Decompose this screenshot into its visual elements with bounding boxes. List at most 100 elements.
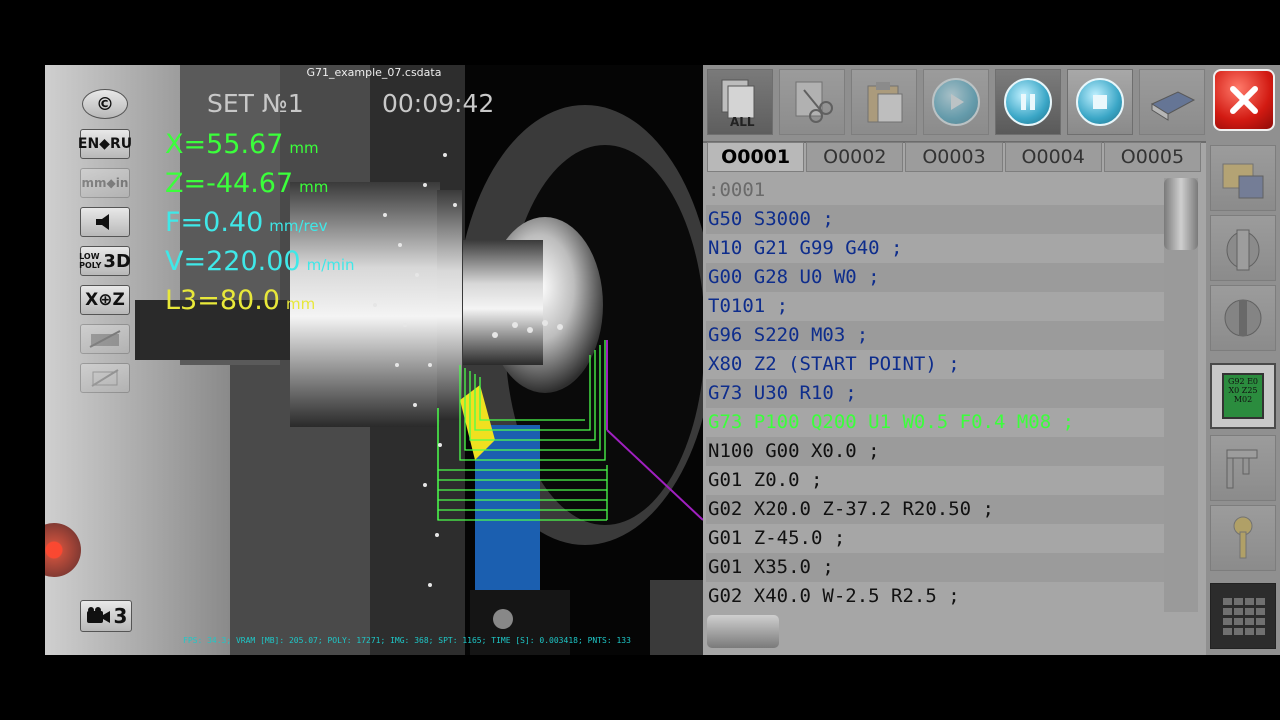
tool-holder-icon — [1224, 299, 1262, 337]
code-line[interactable]: X80 Z2 (START POINT) ; — [706, 350, 1164, 379]
program-tabs: O0001 O0002 O0003 O0004 O0005 — [707, 142, 1203, 172]
play-button[interactable] — [923, 69, 989, 135]
stop-button[interactable] — [1067, 69, 1133, 135]
pause-icon — [1004, 78, 1052, 126]
caliper-icon — [1226, 449, 1258, 489]
x-value: X=55.67 — [165, 129, 284, 160]
caliper-button[interactable] — [1210, 435, 1276, 501]
file-title: G71_example_07.csdata — [306, 66, 442, 79]
code-line[interactable]: G73 U30 R10 ; — [706, 379, 1164, 408]
gcode-editor[interactable]: :0001 G50 S3000 ; N10 G21 G99 G40 ; G00 G28… — [706, 176, 1164, 611]
sound-toggle-button[interactable] — [80, 207, 130, 237]
horizontal-scrollbar-thumb[interactable] — [707, 615, 779, 648]
tool-length-unit: mm — [285, 295, 316, 313]
speaker-icon — [96, 214, 109, 230]
documents-all-icon: ALL — [721, 79, 755, 128]
code-line[interactable]: G01 Z-45.0 ; — [706, 524, 1164, 553]
all-label: ALL — [730, 115, 755, 128]
units-label: mm◆in — [81, 176, 129, 190]
paste-button[interactable] — [851, 69, 917, 135]
code-line[interactable]: :0001 — [706, 176, 1164, 205]
clipboard-icon — [867, 82, 903, 123]
code-line[interactable]: G73 P100 Q200 U1 W0.5 F0.4 M08 ; — [706, 408, 1164, 437]
tool-length-value: L3=80.0 — [165, 285, 280, 316]
elapsed-timer: 00:09:42 — [382, 89, 495, 118]
code-line[interactable]: G01 X35.0 ; — [706, 553, 1164, 582]
code-line[interactable]: G00 G28 U0 W0 ; — [706, 263, 1164, 292]
section-view-icon — [89, 330, 121, 348]
gcode-card-line-1: G92 E0 — [1227, 377, 1259, 386]
scissors-icon — [795, 81, 833, 123]
select-all-button[interactable]: ALL — [707, 69, 773, 135]
code-line[interactable]: N100 G00 X0.0 ; — [706, 437, 1164, 466]
gcode-editor-button[interactable]: G92 E0 X0 Z25 M02 — [1210, 363, 1276, 429]
low-poly-3d-button[interactable]: LOW POLY 3D — [79, 246, 131, 276]
feed-unit: mm/rev — [269, 217, 328, 235]
code-line[interactable]: G01 Z0.0 ; — [706, 466, 1164, 495]
low-text: LOW — [79, 252, 100, 261]
low-poly-label: LOW POLY — [79, 252, 101, 270]
section-view-button[interactable] — [80, 324, 130, 354]
folder-disk-icon — [1222, 163, 1264, 199]
gcode-card-icon: G92 E0 X0 Z25 M02 — [1222, 373, 1264, 419]
about-button[interactable]: © — [82, 89, 128, 119]
stop-icon — [1076, 78, 1124, 126]
manual-button[interactable] — [1139, 69, 1205, 135]
z-readout: Z=-44.67 mm — [165, 168, 328, 199]
chuck-settings-button[interactable] — [1210, 215, 1276, 281]
code-line[interactable]: N10 G21 G99 G40 ; — [706, 234, 1164, 263]
program-panel: ALL O0001 O0002 O0003 O0004 O0005 :0001 G… — [703, 65, 1280, 655]
z-value: Z=-44.67 — [165, 168, 294, 199]
xz-view-button[interactable]: X⊕Z — [80, 285, 130, 315]
keyboard-button[interactable] — [1210, 583, 1276, 649]
feed-value: F=0.40 — [165, 207, 264, 238]
z-unit: mm — [299, 178, 329, 196]
language-label: EN◆RU — [77, 136, 133, 152]
x-readout: X=55.67 mm — [165, 129, 319, 160]
units-toggle-button[interactable]: mm◆in — [80, 168, 130, 198]
speed-readout: V=220.00 m/min — [165, 246, 355, 277]
camera-number: 3 — [113, 604, 128, 628]
transparency-button[interactable] — [80, 363, 130, 393]
close-button[interactable] — [1213, 69, 1275, 131]
chuck-icon — [1226, 229, 1260, 271]
close-icon — [1230, 86, 1258, 114]
code-line[interactable]: T0101 ; — [706, 292, 1164, 321]
feed-readout: F=0.40 mm/rev — [165, 207, 328, 238]
open-save-button[interactable] — [1210, 145, 1276, 211]
camera-icon — [86, 607, 110, 623]
poly-text: POLY — [79, 261, 102, 270]
set-label: SET №1 — [207, 89, 304, 118]
copyright-icon: © — [96, 93, 114, 115]
license-key-button[interactable] — [1210, 505, 1276, 571]
tool-settings-button[interactable] — [1210, 285, 1276, 351]
cut-button[interactable] — [779, 69, 845, 135]
speed-unit: m/min — [306, 256, 355, 274]
x-unit: mm — [289, 139, 319, 157]
simulation-viewport[interactable]: G71_example_07.csdata SET №1 00:09:42 X=… — [45, 65, 703, 655]
gcode-card-line-2: X0 Z25 — [1228, 386, 1258, 395]
gcode-card-line-3: M02 — [1233, 395, 1253, 404]
tab-o0005[interactable]: O0005 — [1103, 142, 1202, 172]
tool-length-readout: L3=80.0 mm — [165, 285, 315, 316]
side-toolbar: G92 E0 X0 Z25 M02 — [1206, 65, 1280, 655]
code-line[interactable]: G50 S3000 ; — [706, 205, 1164, 234]
language-toggle-button[interactable]: EN◆RU — [77, 129, 133, 159]
code-line[interactable]: G96 S220 M03 ; — [706, 321, 1164, 350]
tab-o0004[interactable]: O0004 — [1004, 142, 1102, 172]
transparency-icon — [91, 369, 119, 387]
vertical-scrollbar-thumb[interactable] — [1164, 178, 1198, 250]
tab-o0001[interactable]: O0001 — [707, 142, 805, 172]
code-line[interactable]: G02 X40.0 W-2.5 R2.5 ; — [706, 582, 1164, 611]
three-d-label: 3D — [103, 250, 131, 272]
camera-switch-button[interactable]: 3 — [80, 600, 132, 632]
speed-value: V=220.00 — [165, 246, 301, 277]
tab-o0003[interactable]: O0003 — [905, 142, 1003, 172]
key-icon — [1233, 516, 1253, 559]
pause-button[interactable] — [995, 69, 1061, 135]
code-line[interactable]: G02 X20.0 Z-37.2 R20.50 ; — [706, 495, 1164, 524]
book-icon — [1150, 91, 1196, 121]
tab-o0002[interactable]: O0002 — [806, 142, 904, 172]
program-toolbar: ALL — [703, 65, 1206, 143]
play-icon — [932, 78, 980, 126]
